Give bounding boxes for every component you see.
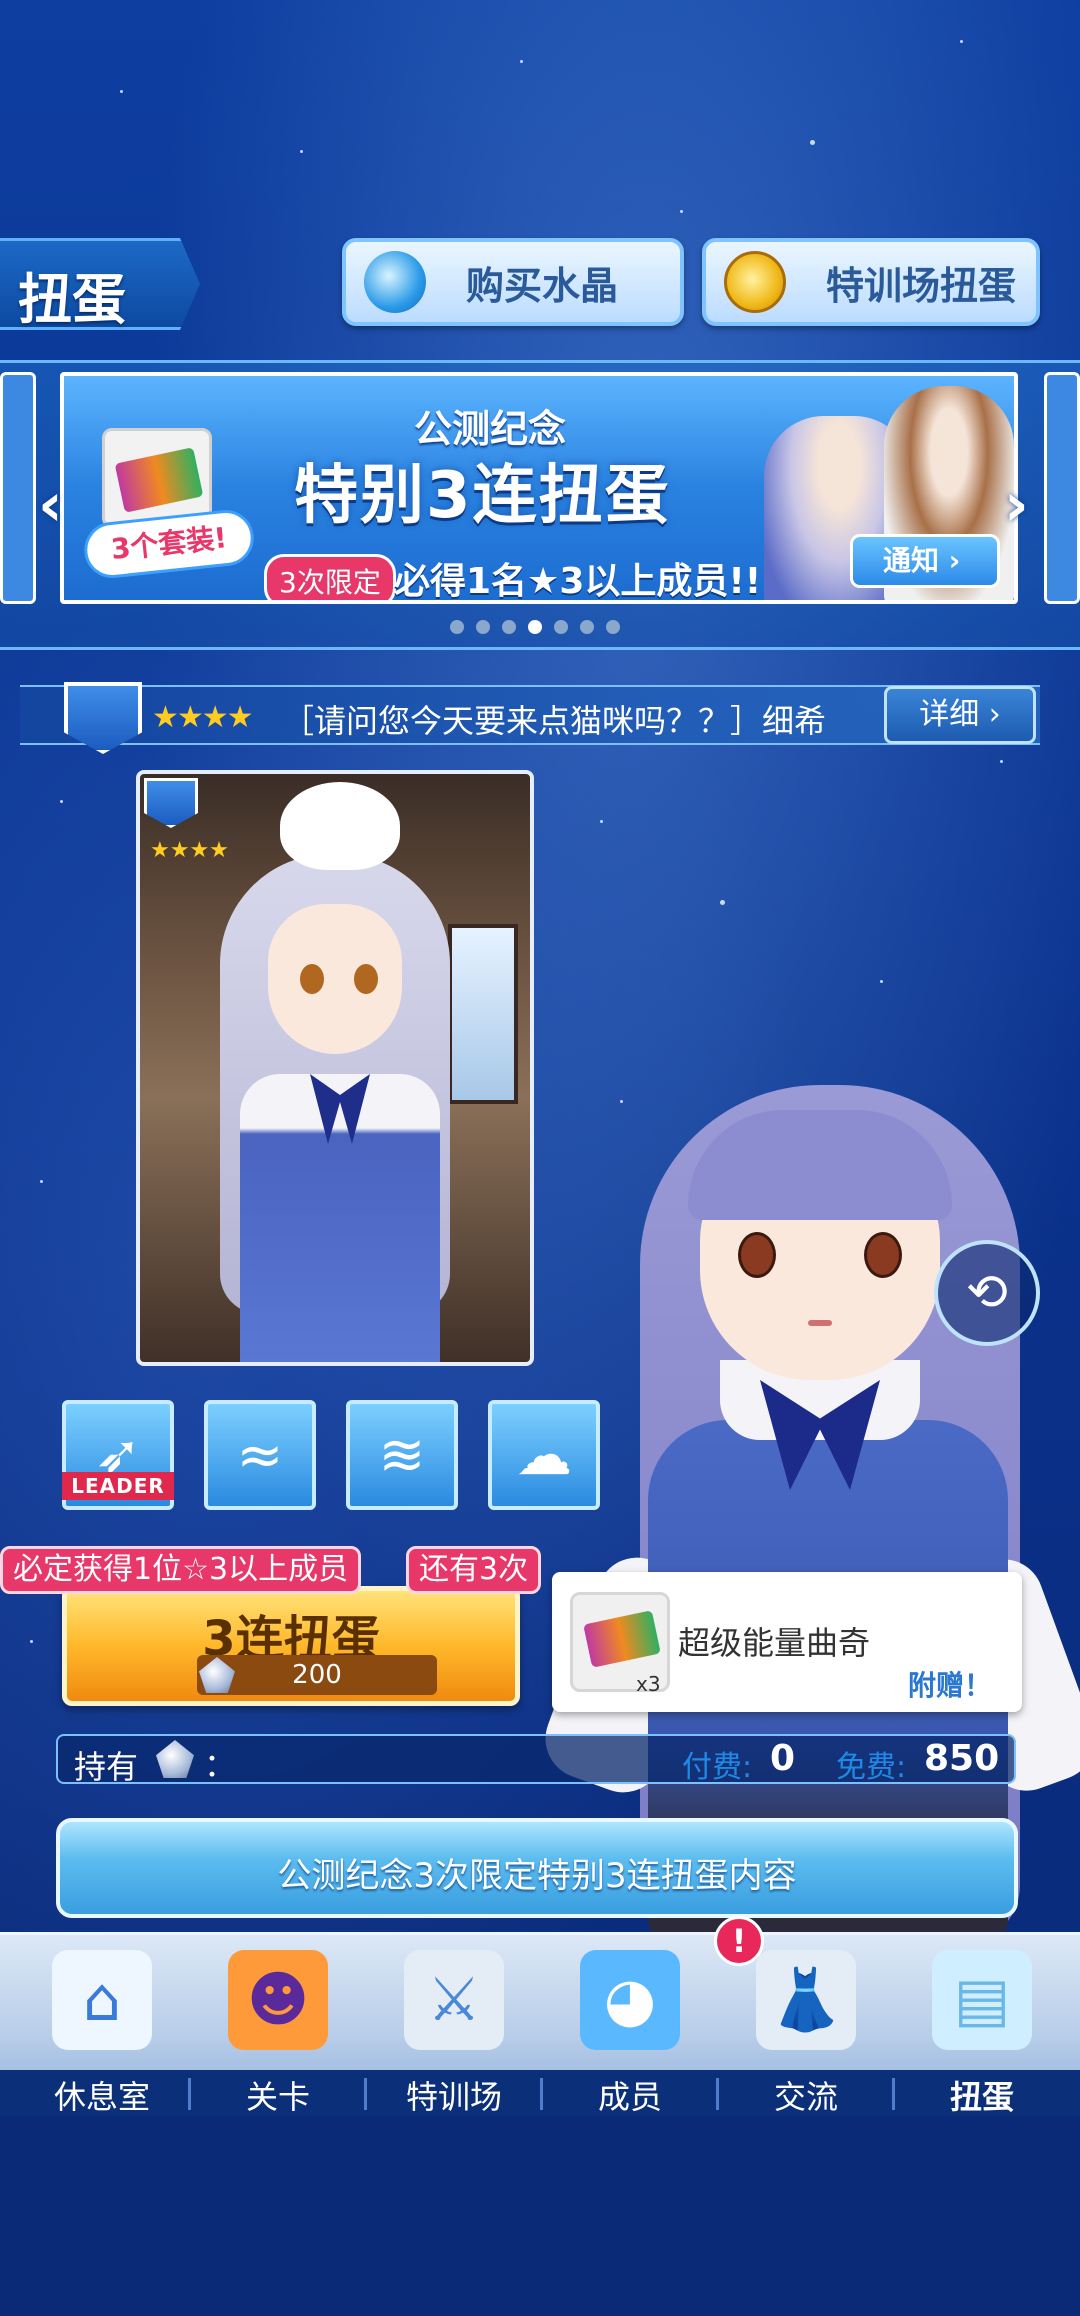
training-gacha-label: 特训场扭蛋 [826,263,1017,308]
bottom-blank-area [0,2110,1080,2316]
holdings-colon: ： [204,1746,237,1784]
character-3d-mouth [808,1320,832,1326]
remaining-count-tag: 还有3次 [406,1546,542,1594]
rotate-model-icon[interactable]: ⟲ [934,1240,1040,1346]
curtain-gacha-icon: ▤ [932,1950,1032,2050]
buy-crystal-label: 购买水晶 [466,263,619,308]
nav-item-lounge[interactable]: ⌂ 休息室 [14,1934,190,2116]
free-value: 850 [924,1738,1000,1779]
featured-card-name: ［请问您今天要来点猫咪吗？？］细希 [282,702,827,740]
nav-item-stages[interactable]: ☻ 关卡 [190,1934,366,2116]
card-rarity-stars: ★★★★ [150,838,229,863]
nav-label: 成员 [597,2078,662,2116]
leader-tag: LEADER [62,1472,174,1500]
orange-demon-icon: ☻ [228,1950,328,2050]
notice-button[interactable]: 通知 › [850,534,1000,588]
gacha-banner[interactable]: 3个套装! 公测纪念 特别3连扭蛋 3次限定 必得1名★3以上成员!! 通知 › [60,372,1018,604]
guarantee-tag: 必定获得1位☆3以上成员 [0,1546,362,1594]
limit-tag: 3次限定 [264,554,396,600]
page-title-text: 扭蛋 [18,268,126,331]
coin-icon [724,251,786,313]
uniform-dress-icon: 👗 [756,1950,856,2050]
nav-label: 休息室 [53,2078,150,2116]
page-dot[interactable] [554,620,568,634]
three-pull-gacha-button[interactable]: 3连扭蛋 200 [62,1586,520,1706]
detail-button[interactable]: 详细 › [884,686,1036,744]
tippy-mascot-icon [280,782,400,870]
skill-wave-plus-icon[interactable]: ≋ [346,1400,458,1510]
page-dot[interactable] [606,620,620,634]
bonus-item-name: 超级能量曲奇 [678,1624,871,1662]
card-eye [300,964,324,994]
chevron-left-icon[interactable]: ‹ [38,470,63,540]
nav-item-members[interactable]: ◕ 成员 [542,1934,718,2116]
nav-item-training[interactable]: ⚔ 特训场 [366,1934,542,2116]
window-background [448,924,518,1104]
bonus-gift-label: 附赠！ [907,1669,992,1702]
blue-cat-member-icon: ◕ [580,1950,680,2050]
page-dot-active[interactable] [528,620,542,634]
page-dot[interactable] [450,620,464,634]
school-building-icon: ⌂ [52,1950,152,2050]
paid-value: 0 [770,1738,796,1779]
nav-label: 关卡 [245,2078,310,2116]
skill-wave-icon[interactable]: ≈ [204,1400,316,1510]
gacha-contents-button[interactable]: 公测纪念3次限定特别3连扭蛋内容 [56,1818,1018,1918]
nav-item-gacha[interactable]: ▤ 扭蛋 [894,1934,1070,2116]
notification-badge: ! [714,1916,764,1966]
featured-card-art[interactable]: ★★★★ [136,770,534,1366]
page-dot[interactable] [476,620,490,634]
detail-label: 详细 [919,697,980,732]
page-title: 扭蛋 [0,238,200,330]
bonus-item-popup: x3 超级能量曲奇 附赠！ [552,1572,1022,1712]
notice-label: 通知 [883,544,940,577]
character-3d-eye [864,1232,902,1278]
gacha-contents-label: 公测纪念3次限定特别3连扭蛋内容 [277,1856,797,1896]
free-label: 免费: [836,1750,907,1785]
nav-label: 扭蛋 [949,2078,1014,2116]
nav-label: 特训场 [405,2078,502,2116]
crossed-swords-icon: ⚔ [404,1950,504,2050]
banner-title: 特别3连扭蛋 [294,459,671,533]
next-banner-peek[interactable] [1044,372,1080,604]
buy-crystal-button[interactable]: 购买水晶 [342,238,684,326]
page-dot[interactable] [580,620,594,634]
nav-label: 交流 [773,2078,838,2116]
card-eye [354,964,378,994]
skill-tippy-icon[interactable]: ☁ [488,1400,600,1510]
character-3d-eye [738,1232,776,1278]
banner-guarantee: 必得1名★3以上成员!! [394,561,762,602]
chevron-right-icon[interactable]: › [1004,470,1029,540]
crystal-icon [364,251,426,313]
page-dot[interactable] [502,620,516,634]
card-character-outfit [240,1074,440,1362]
training-gacha-button[interactable]: 特训场扭蛋 [702,238,1040,326]
bonus-quantity: x3 [636,1672,661,1696]
rarity-stars: ★★★★ [152,700,254,735]
prev-banner-peek[interactable] [0,372,36,604]
card-attribute-icon [144,778,198,828]
paid-label: 付费: [682,1750,753,1785]
holdings-label: 持有 [74,1748,139,1786]
carousel-page-dots [450,620,620,634]
card-character-face [268,904,402,1054]
